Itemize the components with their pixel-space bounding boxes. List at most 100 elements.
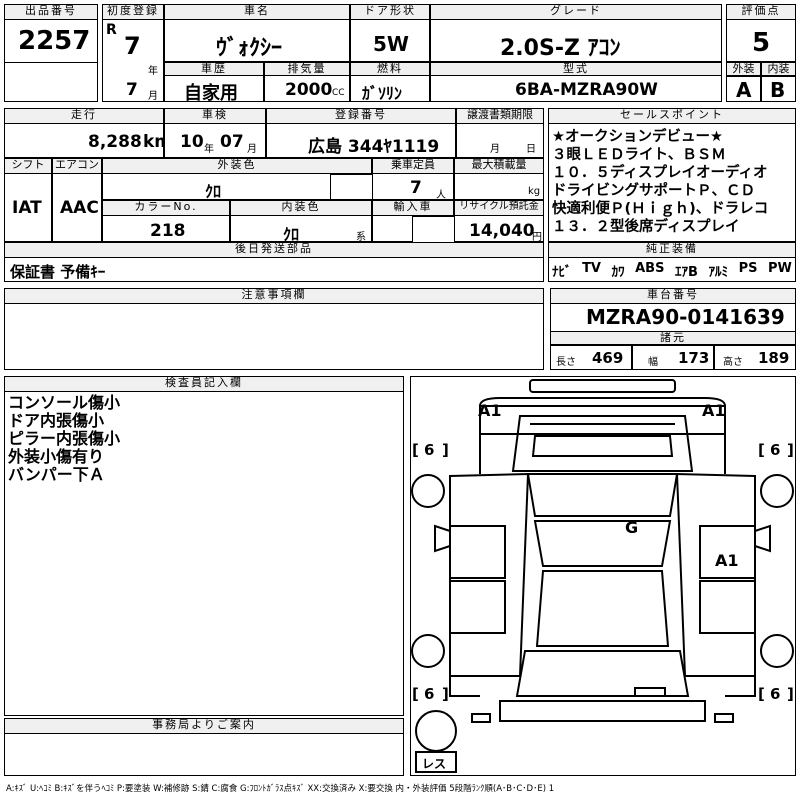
first-reg-era: R	[106, 22, 117, 38]
tire-rr-open: [	[758, 685, 765, 703]
equipment-item: ABS	[635, 261, 665, 276]
plate-label: 登録番号	[266, 108, 456, 124]
spec-height: 189	[758, 349, 790, 367]
model-label: 型式	[430, 62, 722, 76]
aircon-value: AAC	[60, 198, 99, 218]
later-value: 保証書 予備ｷｰ	[10, 263, 106, 281]
transfer-label: 譲渡書類期限	[456, 108, 544, 124]
transfer-month-unit: 月	[490, 144, 500, 155]
chassis-label: 車台番号	[550, 288, 796, 304]
sales-point-line: 快適利便Ｐ(Ｈｉｇｈ)、ドラレコ	[552, 201, 769, 217]
tire-fl-close: ]	[442, 441, 449, 459]
ext-color-label: 外装色	[102, 158, 372, 174]
tire-fr: 6	[770, 441, 780, 459]
model-value: 6BA-MZRA90W	[515, 80, 658, 100]
doors-value: 5W	[373, 32, 409, 56]
score-label: 評価点	[726, 4, 796, 20]
sales-point-line: ★オークションデビュー★	[552, 129, 723, 145]
caution-label: 注意事項欄	[4, 288, 544, 304]
import-divider	[412, 216, 454, 242]
tire-rl-open: [	[412, 685, 419, 703]
spec-height-label: 高さ	[723, 357, 743, 368]
ext-color-value: ｸﾛ	[205, 182, 222, 201]
sales-point-line: ドライビングサポートＰ、ＣＤ	[552, 183, 755, 199]
tire-rl: 6	[424, 685, 434, 703]
doors-label: ドア形状	[350, 4, 430, 20]
equipment-item: ｱﾙﾐ	[708, 265, 729, 280]
tire-fr-close: ]	[787, 441, 794, 459]
shift-value: IAT	[12, 198, 42, 218]
first-reg-year: 7	[124, 32, 141, 60]
inspection-year: 10	[180, 132, 204, 152]
score-int-label: 内装	[761, 62, 796, 76]
specs-label: 諸元	[550, 331, 796, 345]
fuel-value: ｶﾞｿﾘﾝ	[362, 84, 403, 103]
color-no-value: 218	[150, 221, 186, 241]
score-int: B	[770, 78, 786, 102]
displacement-value: 2000	[285, 80, 333, 100]
spec-width-label: 幅	[648, 357, 658, 368]
chassis-value: MZRA90-0141639	[586, 305, 785, 329]
inspector-note: コンソール傷小	[8, 393, 121, 412]
tire-rr: 6	[770, 685, 780, 703]
sales-point-line: ３眼ＬＥＤライト、ＢＳＭ	[552, 147, 726, 163]
int-color-label: 内装色	[230, 200, 372, 216]
lot-label: 出品番号	[4, 4, 98, 20]
tire-rl-close: ]	[442, 685, 449, 703]
inspector-note: 外装小傷有り	[8, 447, 105, 466]
score-value: 5	[752, 28, 771, 58]
recycle-value: 14,040	[469, 221, 535, 241]
car-name: ｳﾞｫｸｼｰ	[216, 36, 283, 61]
sales-points-list: ★オークションデビュー★ ３眼ＬＥＤライト、ＢＳＭ １０．５ディスプレイオーディ…	[552, 128, 768, 236]
history-value: 自家用	[184, 83, 238, 104]
ext-color-divider	[330, 174, 372, 200]
plate-value: 広島 344ﾔ1119	[308, 137, 440, 157]
first-reg-month-unit: 月	[148, 91, 158, 102]
inspection-label: 車検	[164, 108, 266, 124]
grade-value: 2.0S-Z ｱｺﾝ	[500, 36, 621, 61]
mileage-value: 8,288	[88, 132, 142, 152]
int-color-unit: 系	[356, 232, 366, 243]
inspector-note: バンパー下Ａ	[8, 465, 105, 484]
color-no-label: カラーNo.	[102, 200, 230, 216]
equipment-item: PS	[738, 261, 758, 276]
seats-label: 乗車定員	[372, 158, 454, 174]
sales-points-label: セールスポイント	[548, 108, 796, 124]
first-reg-month: 7	[126, 80, 138, 100]
inspection-month: 07	[220, 132, 244, 152]
inspection-month-unit: 月	[247, 144, 257, 155]
grade-label: グレード	[430, 4, 722, 20]
mark-right-side: A1	[715, 551, 739, 570]
equipment-list: ﾅﾋﾞ TV ｶﾜ ABS ｴｱB ｱﾙﾐ PS PW	[552, 261, 792, 280]
car-diagram: A1 A1 G A1 [ 6 ] [ 6 ] [ 6 ] [ 6 ] レス	[411, 379, 794, 773]
seats-value: 7	[410, 178, 422, 198]
mark-roof: G	[625, 518, 638, 537]
lot-number: 2257	[18, 26, 91, 56]
spare-label: レス	[422, 757, 446, 771]
inspector-notes: コンソール傷小 ドア内張傷小 ピラー内張傷小 外装小傷有り バンパー下Ａ	[8, 394, 120, 484]
office-label: 事務局よりご案内	[4, 718, 404, 734]
displacement-label: 排気量	[264, 62, 350, 76]
recycle-unit: 円	[532, 232, 542, 243]
tire-fl-open: [	[412, 441, 419, 459]
recycle-label: リサイクル預託金	[454, 200, 544, 216]
inspection-year-unit: 年	[204, 144, 214, 155]
equipment-item: TV	[582, 261, 601, 276]
max-load-unit: kg	[528, 186, 541, 197]
tire-fl: 6	[424, 441, 434, 459]
mileage-label: 走行	[4, 108, 164, 124]
inspector-label: 検査員記入欄	[4, 376, 404, 392]
lot-under	[4, 62, 98, 102]
seats-unit: 人	[436, 190, 446, 201]
score-ext: A	[736, 78, 752, 102]
equipment-label: 純正装備	[548, 242, 796, 258]
shift-label: シフト	[4, 158, 52, 174]
tire-rr-close: ]	[787, 685, 794, 703]
mark-front-right: A1	[702, 401, 726, 420]
tire-fr-open: [	[758, 441, 765, 459]
spec-width: 173	[678, 349, 710, 367]
displacement-unit: CC	[332, 88, 345, 98]
import-label: 輸入車	[372, 200, 454, 216]
car-name-label: 車名	[164, 4, 350, 20]
spec-length-label: 長さ	[556, 357, 576, 368]
